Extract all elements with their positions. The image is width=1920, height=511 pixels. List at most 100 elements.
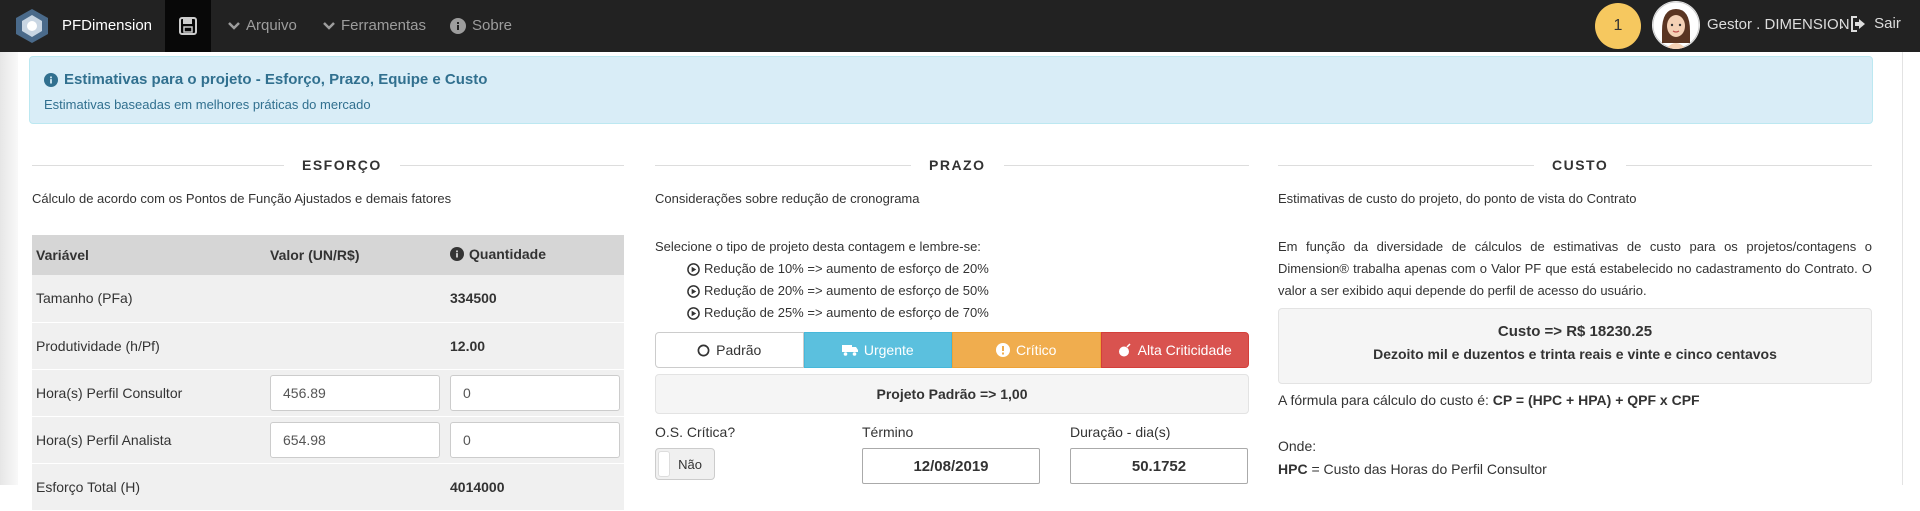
esforco-table: Variável Valor (UN/R$) Quantidade Tamanh… [32,235,624,511]
row-variavel: Produtividade (h/Pf) [32,322,267,370]
brand-name[interactable]: PFDimension [62,17,152,34]
table-row: Produtividade (h/Pf) 12.00 [32,322,624,370]
arrow-circle-right-icon [687,284,700,298]
info-circle-icon [450,17,466,34]
row-quantidade: 4014000 [446,463,624,511]
row-variavel: Esforço Total (H) [32,463,267,511]
os-critica-toggle[interactable]: Não [655,448,715,480]
section-custo-title: CUSTO [1552,157,1609,173]
section-esforco-title: ESFORÇO [302,157,382,173]
user-avatar-icon [1652,1,1700,49]
row-valor [266,275,446,323]
custo-result-box: Custo => R$ 18230.25 Dezoito mil e duzen… [1278,308,1872,384]
critico-button[interactable]: Crítico [952,332,1101,368]
urgente-button[interactable]: Urgente [803,332,952,368]
custo-value-extenso: Dezoito mil e duzentos e trinta reais e … [1373,346,1777,362]
alert-title-text: Estimativas para o projeto - Esforço, Pr… [64,71,488,88]
row-quantidade: 12.00 [446,322,624,370]
toggle-knob [658,451,670,477]
urgente-label: Urgente [863,342,914,358]
col-quantidade[interactable]: Quantidade [446,235,624,275]
page-right-gutter [1902,52,1920,485]
menu-ferramentas[interactable]: Ferramentas [323,17,426,34]
padrao-button[interactable]: Padrão [655,332,804,368]
table-row: Esforço Total (H) 4014000 [32,463,624,511]
info-circle-icon [44,72,58,87]
table-row: Hora(s) Perfil Consultor 456.89 0 [32,369,624,417]
row-valor [266,463,446,511]
col-valor: Valor (UN/R$) [266,235,446,275]
logout-button[interactable]: . Sair [1840,15,1901,32]
notification-badge[interactable]: 1 [1595,3,1641,49]
menu-sobre[interactable]: Sobre [450,17,512,34]
save-button[interactable] [165,0,211,52]
row-variavel: Tamanho (PFa) [32,275,267,323]
section-custo-header: CUSTO [1278,155,1872,175]
user-separator: . [1840,15,1845,32]
circle-outline-icon [697,344,710,356]
prazo-considerations: Selecione o tipo de projeto desta contag… [655,236,989,324]
row-variavel: Hora(s) Perfil Analista [32,416,267,464]
consultor-quantidade-input[interactable]: 0 [450,374,620,411]
alert-subtitle: Estimativas baseadas em melhores prática… [44,97,371,112]
custo-explanation: Em função da diversidade de cálculos de … [1278,239,1872,298]
formula-expression: CP = (HPC + HPA) + QPF x CPF [1492,392,1700,408]
table-header-row: Variável Valor (UN/R$) Quantidade [32,235,624,275]
row-quantidade-cell: 0 [446,369,624,417]
chevron-down-icon [228,21,240,30]
hpc-term: HPC [1278,461,1308,477]
list-item: Redução de 20% => aumento de esforço de … [655,280,989,302]
logout-label: Sair [1874,15,1901,32]
duracao-label: Duração - dia(s) [1070,424,1171,440]
col-variavel: Variável [32,235,267,275]
menu-arquivo[interactable]: Arquivo [228,17,297,34]
user-avatar[interactable] [1652,1,1700,49]
analista-quantidade-input[interactable]: 0 [450,421,620,458]
row-quantidade-cell: 0 [446,416,624,464]
table-row: Hora(s) Perfil Analista 654.98 0 [32,416,624,464]
alert-title: Estimativas para o projeto - Esforço, Pr… [44,71,487,88]
row-valor-cell: 456.89 [266,369,446,417]
floppy-disk-icon [179,17,197,35]
info-circle-icon [450,247,464,261]
table-row: Tamanho (PFa) 334500 [32,275,624,323]
section-prazo-title: PRAZO [929,157,986,173]
exclamation-circle-icon [996,343,1011,357]
col-quantidade-label: Quantidade [469,246,547,262]
alta-criticidade-button[interactable]: Alta Criticidade [1100,332,1249,368]
sign-out-icon [1851,15,1866,32]
app-logo-icon[interactable] [12,7,52,45]
row-valor [266,322,446,370]
analista-valor-input[interactable]: 654.98 [270,421,441,458]
consultor-valor-input[interactable]: 456.89 [270,374,441,411]
prazo-intro: Selecione o tipo de projeto desta contag… [655,239,981,254]
termino-label: Término [862,424,914,440]
formula-prefix: A fórmula para cálculo do custo é: [1278,392,1489,408]
critico-label: Crítico [1016,342,1057,358]
page-left-gutter [0,52,18,485]
custo-formula: A fórmula para cálculo do custo é: CP = … [1278,392,1700,408]
onde-label: Onde: [1278,438,1317,454]
list-item: Redução de 25% => aumento de esforço de … [655,302,989,324]
custo-value: Custo => R$ 18230.25 [1497,323,1653,340]
top-navbar: PFDimension Arquivo Ferramentas Sobre 1 … [0,0,1920,52]
arrow-circle-right-icon [687,262,700,276]
project-type-buttons: Padrão Urgente Crítico Alta Criticidade [655,332,1249,368]
termino-date-input[interactable]: 12/08/2019 [862,448,1040,484]
menu-arquivo-label: Arquivo [246,17,297,34]
prazo-item-text: Redução de 20% => aumento de esforço de … [704,283,989,298]
user-name[interactable]: Gestor . DIMENSION [1707,16,1850,33]
prazo-item-text: Redução de 25% => aumento de esforço de … [704,305,989,320]
duracao-input[interactable]: 50.1752 [1070,448,1248,484]
list-item: Redução de 10% => aumento de esforço de … [655,258,989,280]
row-valor-cell: 654.98 [266,416,446,464]
hpc-definition: HPC = Custo das Horas do Perfil Consulto… [1278,461,1547,477]
prazo-description: Considerações sobre redução de cronogram… [655,191,920,206]
arrow-circle-right-icon [687,306,700,320]
bomb-icon [1118,343,1131,357]
project-factor-display: Projeto Padrão => 1,00 [655,374,1249,414]
custo-description: Estimativas de custo do projeto, do pont… [1278,191,1637,206]
row-quantidade: 334500 [446,275,624,323]
section-prazo-header: PRAZO [655,155,1249,175]
menu-sobre-label: Sobre [472,17,513,34]
